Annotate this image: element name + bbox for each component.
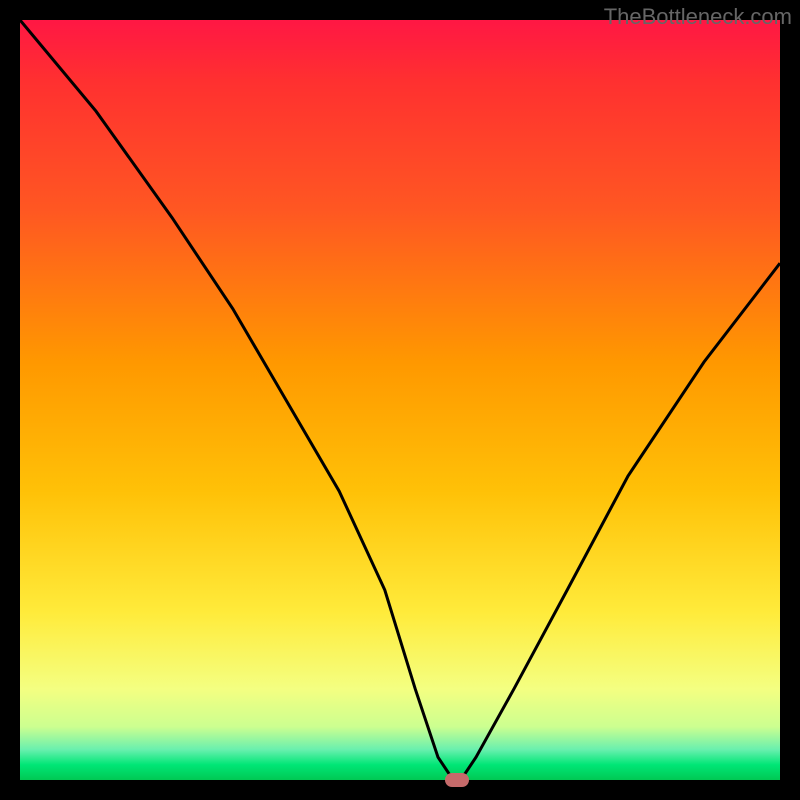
watermark-text: TheBottleneck.com [604, 4, 792, 30]
bottleneck-curve [20, 20, 780, 780]
chart-plot-area [20, 20, 780, 780]
optimal-point-marker [445, 773, 469, 787]
